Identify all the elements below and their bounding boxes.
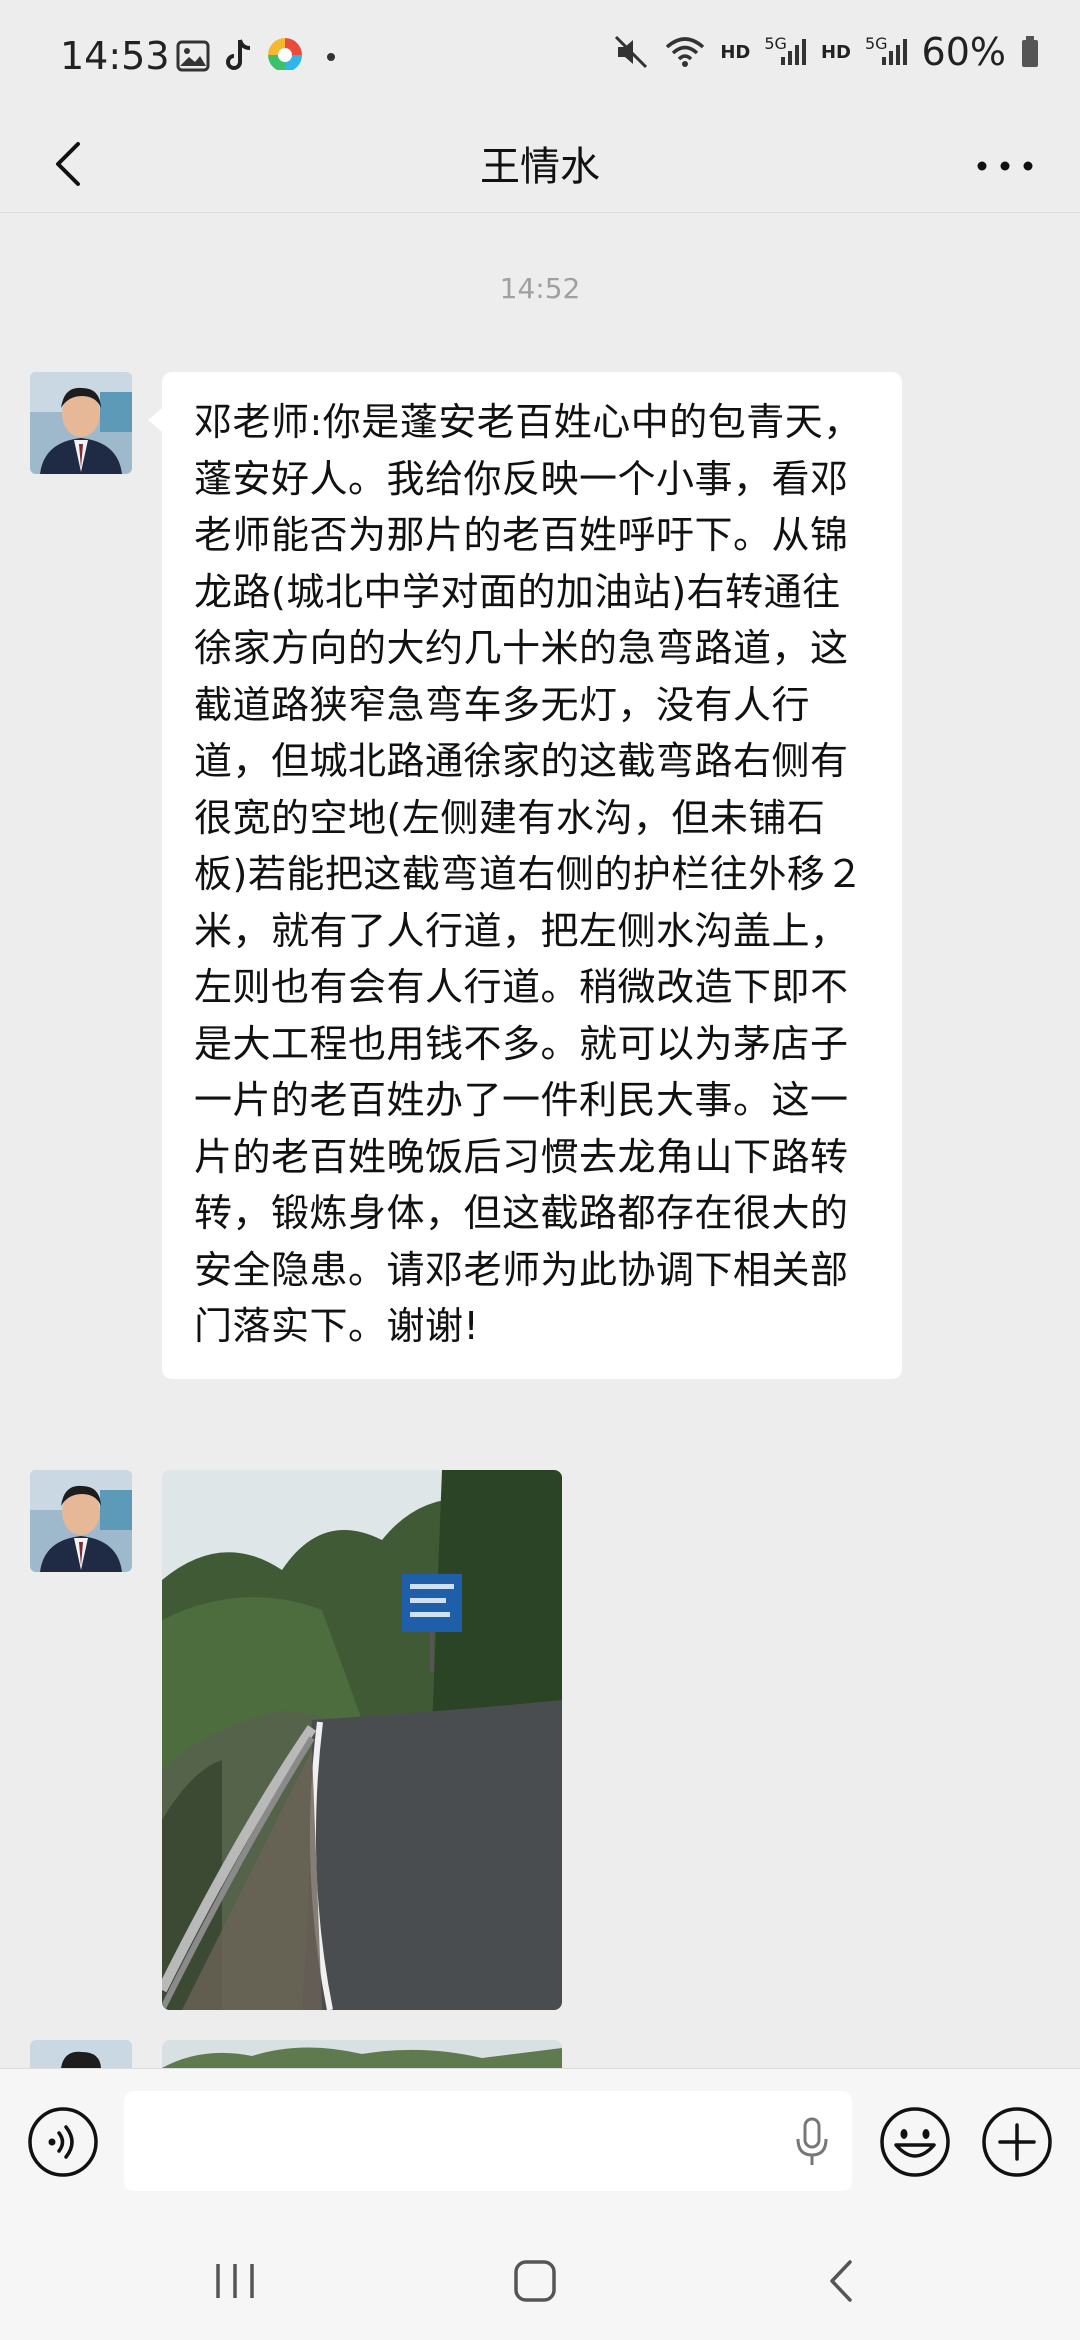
signal-2: 5G xyxy=(865,34,908,67)
status-time: 14:53 xyxy=(60,34,170,78)
recent-apps-icon[interactable] xyxy=(200,2246,270,2316)
avatar[interactable] xyxy=(30,372,132,474)
system-nav-bar xyxy=(0,2218,1080,2340)
message-image[interactable] xyxy=(162,2040,562,2068)
mute-icon xyxy=(615,35,648,69)
gallery-icon xyxy=(176,40,210,72)
more-dots-icon[interactable] xyxy=(970,132,1040,196)
chat-header: 王情水 xyxy=(0,116,1080,213)
avatar-image xyxy=(30,372,132,474)
avatar[interactable] xyxy=(30,1470,132,1572)
battery-percent: 60% xyxy=(921,30,1006,74)
microphone-icon[interactable] xyxy=(794,2117,830,2167)
message-image[interactable] xyxy=(162,1470,562,2010)
message-bubble[interactable]: 邓老师:你是蓬安老百姓心中的包青天，蓬安好人。我给你反映一个小事，看邓老师能否为… xyxy=(148,372,902,1379)
chat-title: 王情水 xyxy=(480,144,600,190)
status-bar: 14:53 HD 5G HD 5G 60% xyxy=(0,0,1080,116)
avatar-image xyxy=(30,1470,132,1572)
message-text: 邓老师:你是蓬安老百姓心中的包青天，蓬安好人。我给你反映一个小事，看邓老师能否为… xyxy=(194,400,864,1348)
plus-icon[interactable] xyxy=(980,2105,1054,2179)
hd-label-2: HD xyxy=(820,41,851,63)
hd-label: HD xyxy=(720,41,751,63)
home-icon[interactable] xyxy=(500,2246,570,2316)
wifi-icon xyxy=(666,37,705,67)
app-icon xyxy=(268,38,302,70)
message-input[interactable] xyxy=(124,2091,852,2191)
input-bar xyxy=(0,2068,1080,2219)
avatar-image xyxy=(30,2040,132,2068)
signal-1: 5G xyxy=(764,34,807,67)
message-timestamp: 14:52 xyxy=(499,272,581,305)
status-right: HD 5G HD 5G 60% xyxy=(614,30,1040,74)
emoji-icon[interactable] xyxy=(878,2105,952,2179)
battery-icon xyxy=(1022,36,1038,67)
road-photo xyxy=(162,1470,562,2010)
tiktok-icon xyxy=(226,39,251,70)
avatar[interactable] xyxy=(30,2040,132,2068)
dot-icon xyxy=(327,53,335,61)
photo-partial xyxy=(162,2040,562,2068)
back-icon[interactable] xyxy=(806,2246,876,2316)
voice-toggle-icon[interactable] xyxy=(26,2105,100,2179)
